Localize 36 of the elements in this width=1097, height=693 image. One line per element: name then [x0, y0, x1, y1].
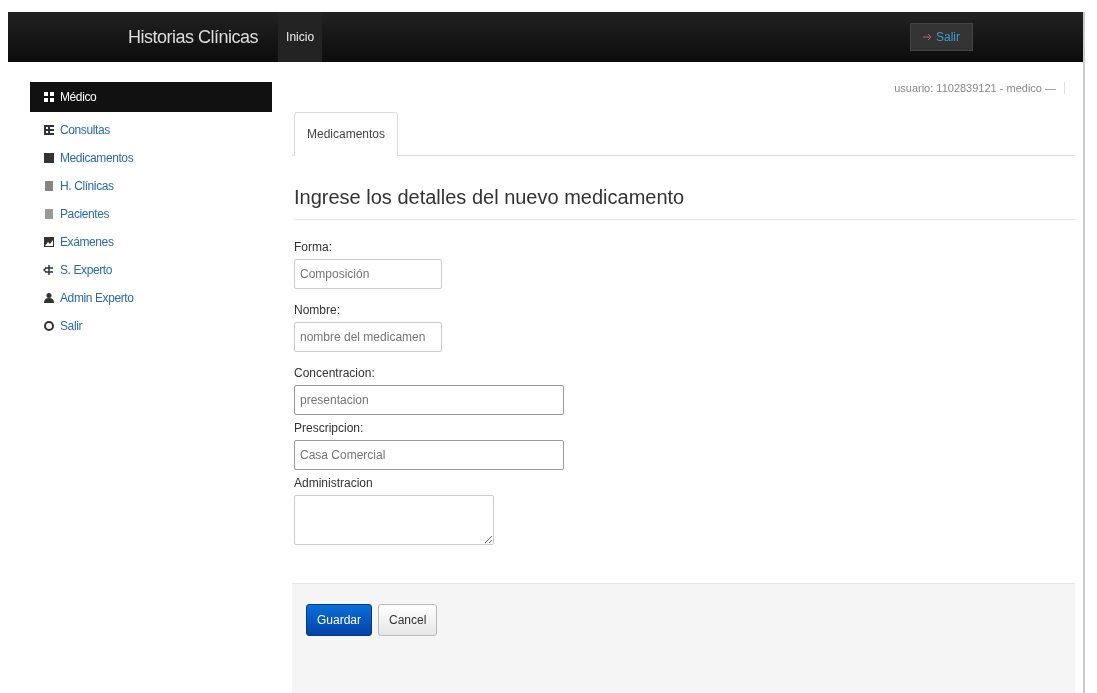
text-area[interactable]: [294, 495, 494, 545]
field-label: Prescripcion:: [294, 421, 365, 435]
input-field[interactable]: nombre del medicamen: [294, 322, 442, 352]
sidebar-item[interactable]: Médico: [30, 82, 272, 112]
tab[interactable]: Medicamentos: [294, 112, 399, 156]
field-label: Forma:: [294, 240, 333, 254]
sidebar-item[interactable]: S. Experto: [30, 256, 272, 284]
sidebar-icon: [43, 180, 55, 192]
sidebar-item[interactable]: Salir: [30, 312, 272, 340]
cancel-button[interactable]: Cancel: [378, 604, 438, 636]
save-button[interactable]: Guardar: [306, 604, 373, 636]
sidebar-icon: [43, 208, 55, 220]
sidebar-icon: [43, 91, 55, 103]
sidebar-item[interactable]: H. Clínicas: [30, 172, 272, 200]
field-label: Administracion: [294, 476, 374, 490]
brand-title: Historias Clínicas: [128, 26, 259, 48]
sidebar-icon: [43, 236, 55, 248]
sidebar-item[interactable]: Medicamentos: [30, 144, 272, 172]
input-field[interactable]: Casa Comercial: [294, 440, 564, 470]
sidebar-icon: [43, 264, 55, 276]
logout-button[interactable]: Salir: [910, 23, 973, 51]
sidebar-icon: [43, 124, 55, 136]
logout-icon: [923, 33, 933, 41]
input-field[interactable]: presentacion: [294, 385, 564, 415]
sidebar-item[interactable]: Pacientes: [30, 200, 272, 228]
input-field[interactable]: Composición: [294, 259, 442, 289]
sidebar-icon: [43, 292, 55, 304]
sidebar-item[interactable]: Admin Experto: [30, 284, 272, 312]
field-label: Nombre:: [294, 303, 341, 317]
sidebar-icon: [43, 320, 55, 332]
user-info: usuario: 1102839121 - medico —: [894, 82, 1065, 94]
sidebar-item[interactable]: Consultas: [30, 116, 272, 144]
field-label: Concentracion:: [294, 366, 376, 380]
sidebar-item[interactable]: Exámenes: [30, 228, 272, 256]
sidebar-icon: [43, 152, 55, 164]
form-heading: Ingrese los detalles del nuevo medicamento: [294, 186, 1075, 220]
